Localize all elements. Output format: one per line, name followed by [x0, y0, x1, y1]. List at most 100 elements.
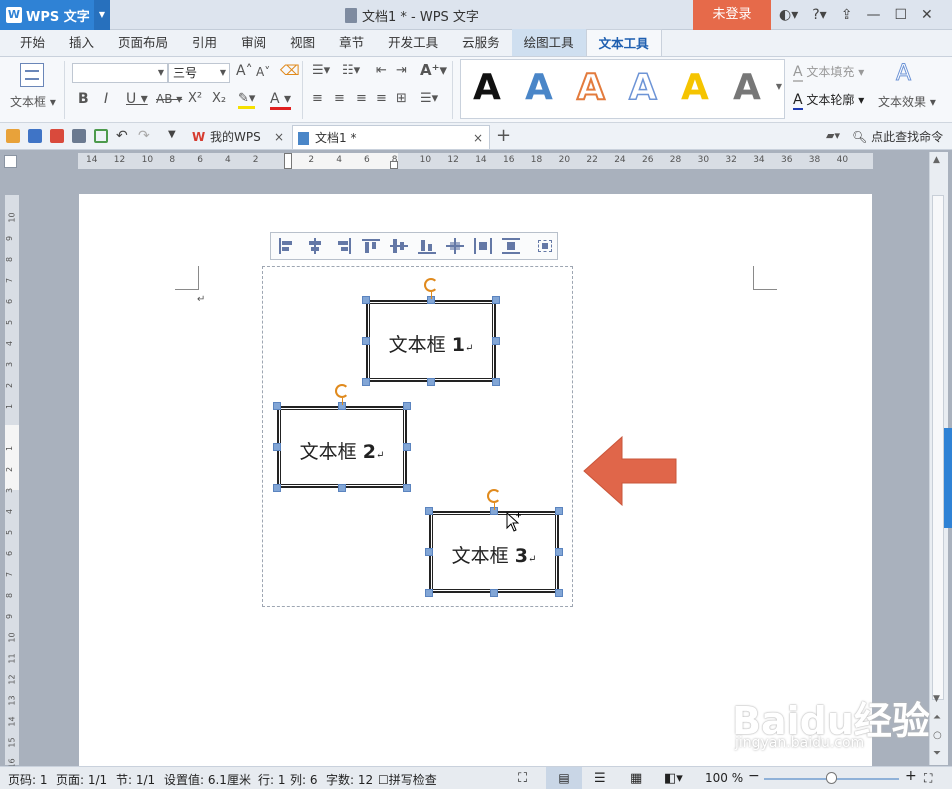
increase-indent-icon[interactable]: ⇥ — [396, 63, 407, 78]
text-fill-button[interactable]: A 文本填充 ▾ — [793, 63, 864, 82]
resize-handle[interactable] — [427, 378, 435, 386]
subscript-icon[interactable]: X₂ — [212, 91, 226, 106]
login-button[interactable]: 未登录 — [693, 0, 771, 30]
text-style-gallery[interactable]: A A A A A A ▼ — [460, 59, 785, 119]
numbered-list-icon[interactable]: ☷▾ — [342, 63, 360, 78]
align-left-icon[interactable] — [277, 237, 297, 255]
skin-icon[interactable]: ◐▾ — [779, 7, 798, 23]
align-bottom-icon[interactable] — [417, 237, 437, 255]
tab-view[interactable]: 视图 — [278, 29, 327, 56]
resize-handle[interactable] — [403, 402, 411, 410]
tab-insert[interactable]: 插入 — [57, 29, 106, 56]
text-effect-button[interactable]: 文本效果 ▾ — [878, 93, 936, 110]
close-tab-icon[interactable]: × — [274, 125, 284, 149]
font-name-select[interactable]: ▼ — [72, 63, 168, 83]
save-icon[interactable] — [28, 129, 42, 143]
indent-marker[interactable] — [284, 153, 292, 169]
text-box-2[interactable]: 文本框 2↵ — [277, 406, 407, 488]
resize-handle[interactable] — [555, 548, 563, 556]
zoom-level[interactable]: 100 % — [705, 771, 743, 785]
resize-handle[interactable] — [490, 589, 498, 597]
bold-icon[interactable]: B — [78, 91, 89, 107]
command-search[interactable]: 🔍︎ 点此查找命令 — [852, 128, 943, 145]
style-a-orange-outline[interactable]: A — [576, 67, 606, 109]
resize-handle[interactable] — [492, 378, 500, 386]
align-right-icon[interactable] — [333, 237, 353, 255]
status-page[interactable]: 页码: 1 — [8, 771, 48, 788]
resize-handle[interactable] — [338, 484, 346, 492]
maximize-icon[interactable]: ☐ — [894, 7, 907, 23]
scroll-thumb[interactable] — [932, 195, 944, 700]
align-middle-icon[interactable] — [389, 237, 409, 255]
spell-check-toggle[interactable]: ☐拼写检查 — [378, 771, 437, 788]
new-tab-icon[interactable]: + — [496, 125, 511, 146]
align-center-icon[interactable] — [305, 237, 325, 255]
style-a-gray[interactable]: A — [733, 68, 761, 108]
prev-page-icon[interactable]: ⏶ — [933, 712, 941, 723]
italic-icon[interactable]: I — [104, 91, 108, 107]
reading-mode-icon[interactable]: ◧▾ — [664, 771, 683, 786]
resize-handle[interactable] — [273, 443, 281, 451]
scroll-down-icon[interactable]: ▼ — [933, 694, 940, 704]
resize-handle[interactable] — [555, 507, 563, 515]
resize-handle[interactable] — [362, 296, 370, 304]
superscript-icon[interactable]: X² — [188, 91, 202, 106]
tab-review[interactable]: 审阅 — [229, 29, 278, 56]
tab-section[interactable]: 章节 — [327, 29, 376, 56]
resize-handle[interactable] — [555, 589, 563, 597]
resize-handle[interactable] — [362, 337, 370, 345]
tab-text-tools[interactable]: 文本工具 — [585, 29, 662, 56]
print-preview-icon[interactable] — [94, 129, 108, 143]
resize-handle[interactable] — [403, 484, 411, 492]
tab-page-layout[interactable]: 页面布局 — [106, 29, 180, 56]
bullet-list-icon[interactable]: ☰▾ — [312, 63, 330, 78]
zoom-out-icon[interactable]: − — [748, 768, 760, 784]
rotate-handle-icon[interactable] — [424, 278, 438, 292]
app-menu-button[interactable]: W WPS 文字 ▼ — [0, 0, 110, 30]
close-tab-icon[interactable]: × — [473, 126, 483, 150]
resize-handle[interactable] — [492, 296, 500, 304]
tab-stop-selector[interactable] — [4, 155, 17, 168]
zoom-in-icon[interactable]: + — [905, 768, 917, 784]
shrink-font-icon[interactable]: A˅ — [256, 65, 270, 79]
text-outline-button[interactable]: A 文本轮廓 ▾ — [793, 91, 864, 110]
vertical-ruler[interactable]: 10 9 8 7 6 5 4 3 2 1 1 2 3 4 5 6 7 8 9 10 11 12 13 14 15 16 — [5, 195, 19, 769]
style-a-blue-outline[interactable]: A — [628, 67, 657, 109]
tab-drawing-tools[interactable]: 绘图工具 — [511, 29, 586, 56]
resize-handle[interactable] — [403, 443, 411, 451]
tab-cloud[interactable]: 云服务 — [450, 29, 512, 56]
resize-handle[interactable] — [425, 507, 433, 515]
minimize-icon[interactable]: — — [866, 7, 880, 23]
text-box-1[interactable]: 文本框 1↵ — [366, 300, 496, 382]
status-chars[interactable]: 字数: 12 — [326, 771, 373, 788]
strikethrough-icon[interactable]: AB ▾ — [156, 92, 182, 106]
export-pdf-icon[interactable] — [50, 129, 64, 143]
style-a-gold[interactable]: A — [681, 68, 709, 108]
undo-icon[interactable]: ↶ — [116, 129, 130, 143]
tab-document[interactable]: 文档1 * × — [292, 125, 490, 149]
minimize-ribbon-icon[interactable]: ▰▾ — [826, 129, 840, 142]
distribute-icon[interactable]: ⊞ — [396, 91, 407, 106]
share-icon[interactable]: ⇪ — [841, 7, 853, 23]
tab-my-wps[interactable]: W 我的WPS × — [188, 125, 288, 149]
resize-handle[interactable] — [273, 402, 281, 410]
textbox-icon[interactable] — [20, 63, 44, 87]
gallery-more-icon[interactable]: ▼ — [776, 82, 782, 91]
highlight-icon[interactable]: ✎▾ — [238, 91, 256, 109]
align-left-icon[interactable]: ≡ — [312, 91, 323, 106]
page-view-icon[interactable]: ▤ — [546, 767, 582, 789]
justify-icon[interactable]: ≡ — [376, 91, 387, 106]
outline-view-icon[interactable]: ☰ — [594, 771, 606, 786]
line-spacing-icon[interactable]: ☰▾ — [420, 91, 438, 106]
resize-handle[interactable] — [425, 548, 433, 556]
fullscreen-icon[interactable]: ⛶ — [518, 771, 527, 786]
customize-icon[interactable]: ▼ — [168, 129, 182, 143]
print-icon[interactable] — [72, 129, 86, 143]
grow-font-icon[interactable]: A˄ — [236, 63, 253, 79]
clear-format-icon[interactable]: ⌫ — [280, 63, 300, 79]
next-page-icon[interactable]: ⏷ — [933, 748, 941, 759]
help-icon[interactable]: ?▾ — [812, 7, 826, 23]
align-center-icon[interactable]: ≡ — [334, 91, 345, 106]
tab-developer[interactable]: 开发工具 — [376, 29, 450, 56]
zoom-slider-thumb[interactable] — [826, 772, 837, 784]
